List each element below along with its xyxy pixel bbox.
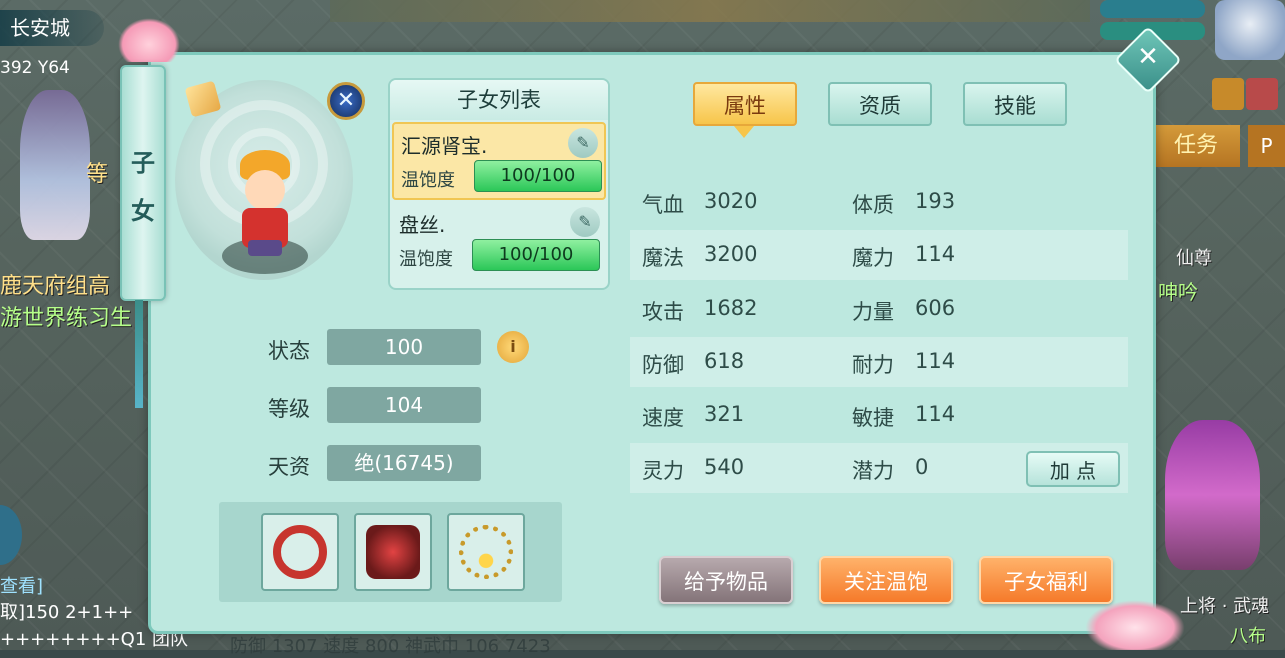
- background-character: [20, 90, 90, 240]
- task-tab[interactable]: 任务: [1152, 125, 1240, 167]
- attribute-name: 耐力: [852, 353, 894, 377]
- background-avatar: [1215, 0, 1285, 60]
- attribute-value: 3020: [704, 189, 758, 213]
- attribute-name: 力量: [852, 300, 894, 324]
- background-text: 鹿天府组高: [0, 274, 111, 299]
- child-list-title: 子女列表: [390, 80, 608, 120]
- lotus-decoration: [118, 18, 180, 62]
- attribute-row: 速度 321 敏捷 114: [630, 390, 1128, 440]
- side-tab-partial[interactable]: P: [1248, 125, 1285, 167]
- add-points-button[interactable]: 加 点: [1026, 451, 1120, 487]
- level-label: 等级: [268, 397, 310, 421]
- side-tab-char: 女: [131, 197, 155, 225]
- attribute-name: 敏捷: [852, 406, 894, 430]
- give-item-button[interactable]: 给予物品: [659, 556, 793, 604]
- necklace-icon: [459, 525, 513, 579]
- attribute-row: 攻击 1682 力量 606: [630, 284, 1128, 334]
- child-card[interactable]: 盘丝. ✎ 温饱度 100/100: [392, 203, 606, 281]
- child-sprite-head: [245, 170, 285, 210]
- satiety-value: 100/100: [500, 165, 576, 186]
- child-welfare-button[interactable]: 子女福利: [979, 556, 1113, 604]
- satiety-label: 温饱度: [399, 249, 453, 270]
- satiety-value: 100/100: [498, 244, 574, 265]
- armor-icon: [366, 525, 420, 579]
- equipment-slot-armor[interactable]: [354, 513, 432, 591]
- collar-icon: [273, 525, 327, 579]
- watch-satiety-button[interactable]: 关注温饱: [819, 556, 953, 604]
- attribute-name: 气血: [642, 193, 684, 217]
- attribute-value: 193: [915, 189, 956, 213]
- status-value: 100: [327, 329, 481, 365]
- attribute-value: 540: [704, 455, 745, 479]
- satiety-label: 温饱度: [401, 170, 455, 191]
- attribute-value: 606: [915, 296, 956, 320]
- attribute-value: 114: [915, 349, 956, 373]
- edit-icon[interactable]: ✎: [568, 128, 598, 158]
- level-value: 104: [327, 387, 481, 423]
- attribute-name: 潜力: [852, 459, 894, 483]
- class-badge-icon[interactable]: ✕: [327, 82, 365, 120]
- chat-view-link[interactable]: 查看]: [0, 572, 43, 598]
- background-text: 八布: [1230, 626, 1266, 647]
- status-label: 状态: [268, 339, 310, 363]
- attribute-name: 防御: [642, 353, 684, 377]
- attribute-value: 1682: [704, 296, 758, 320]
- satiety-bar: 100/100: [472, 239, 600, 271]
- background-stats: 防御 1307 速度 800 神武巾 106 7423: [230, 636, 551, 657]
- attribute-name: 魔力: [852, 246, 894, 270]
- child-card-selected[interactable]: 汇源肾宝. ✎ 温饱度 100/100: [392, 122, 606, 200]
- child-name: 汇源肾宝.: [401, 134, 488, 158]
- tab-skills[interactable]: 技能: [963, 82, 1067, 126]
- lotus-decoration: [1085, 600, 1185, 650]
- attribute-row: 防御 618 耐力 114: [630, 337, 1128, 387]
- attribute-value: 321: [704, 402, 745, 426]
- tab-aptitude[interactable]: 资质: [828, 82, 932, 126]
- city-name[interactable]: 长安城: [0, 10, 104, 46]
- attribute-name: 灵力: [642, 459, 684, 483]
- attribute-name: 魔法: [642, 246, 684, 270]
- chat-line: 取]150 2+1++: [0, 602, 134, 623]
- background-buff-icon: [1246, 78, 1278, 110]
- background-character: [1165, 420, 1260, 570]
- side-tab-char: 子: [131, 149, 155, 177]
- tab-attributes[interactable]: 属性: [693, 82, 797, 126]
- attribute-value: 3200: [704, 242, 758, 266]
- background-text: 等: [86, 162, 109, 187]
- map-coordinates: 392 Y64: [0, 58, 70, 78]
- attribute-value: 618: [704, 349, 745, 373]
- info-icon[interactable]: i: [497, 331, 529, 363]
- attribute-name: 体质: [852, 193, 894, 217]
- talent-value: 绝(16745): [327, 445, 481, 481]
- attribute-name: 攻击: [642, 300, 684, 324]
- attribute-value: 114: [915, 402, 956, 426]
- edit-icon[interactable]: ✎: [570, 207, 600, 237]
- background-text: 上将 · 武魂: [1180, 596, 1270, 617]
- background-building: [330, 0, 1090, 22]
- talent-label: 天资: [268, 455, 310, 479]
- background-hp-bar: [1100, 0, 1205, 18]
- tassel-decoration: [135, 300, 143, 408]
- background-text: 游世界练习生: [0, 306, 133, 331]
- attribute-row: 魔法 3200 魔力 114: [630, 230, 1128, 280]
- child-sprite-legs: [248, 240, 282, 256]
- background-buff-icon: [1212, 78, 1244, 110]
- attribute-name: 速度: [642, 406, 684, 430]
- attribute-value: 0: [915, 455, 929, 479]
- background-text: 呻吟: [1158, 280, 1198, 304]
- equipment-slot-collar[interactable]: [261, 513, 339, 591]
- background-text: 仙尊: [1176, 248, 1212, 269]
- child-name: 盘丝.: [399, 213, 446, 237]
- attribute-row: 气血 3020 体质 193: [630, 177, 1128, 227]
- satiety-bar: 100/100: [474, 160, 602, 192]
- equipment-slot-necklace[interactable]: [447, 513, 525, 591]
- close-icon: ✕: [1137, 42, 1159, 73]
- attribute-value: 114: [915, 242, 956, 266]
- side-tab-children[interactable]: 子 女: [120, 65, 166, 301]
- active-tab-arrow: [734, 126, 754, 138]
